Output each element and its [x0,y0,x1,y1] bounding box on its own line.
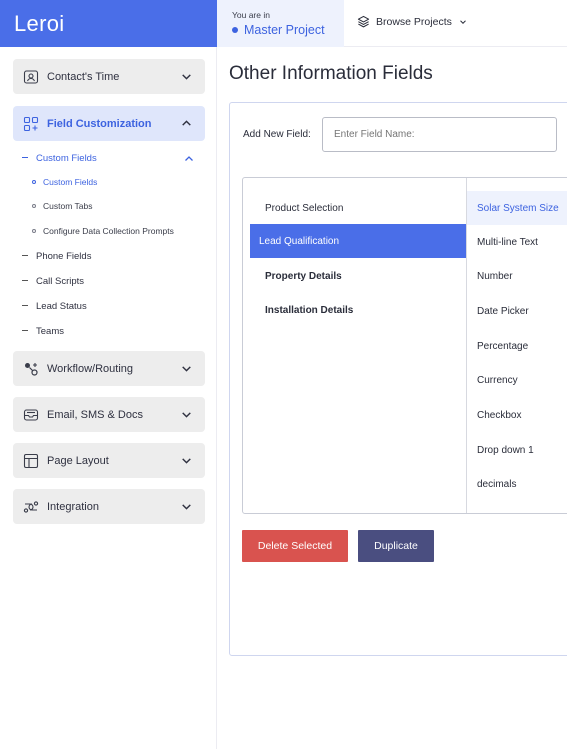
section-item-installation-details[interactable]: Installation Details [250,293,466,327]
sidebar-item-label: Field Customization [47,117,152,130]
dash-marker [22,329,28,331]
inbox-icon [22,406,39,423]
field-item-decimals[interactable]: decimals [467,467,567,501]
field-item-number[interactable]: Number [467,259,567,293]
bullet-icon [32,228,36,233]
chevron-down-icon [182,504,191,510]
browse-projects-label: Browse Projects [376,15,452,28]
bullet-icon [32,179,36,184]
top-bar: You are in Master Project Browse Project… [217,0,567,47]
layout-icon [22,452,39,469]
duplicate-button[interactable]: Duplicate [358,530,434,562]
chevron-down-icon [182,366,191,372]
sidebar-item-label: Integration [47,500,99,513]
brand-header: Leroi [0,0,217,47]
sidebar-subitem-configure-prompts[interactable]: Configure Data Collection Prompts [32,226,174,236]
current-project-name: Master Project [232,23,325,37]
chevron-down-icon [182,412,191,418]
sidebar-subitem-custom-tabs[interactable]: Custom Tabs [32,201,92,211]
dash-marker [22,254,28,256]
sidebar-item-lead-status[interactable]: Lead Status [22,301,87,312]
sidebar-item-label: Call Scripts [36,276,85,287]
section-item-property-details[interactable]: Property Details [250,259,466,293]
section-item-product-selection[interactable]: Product Selection [250,191,466,225]
sidebar-subitem-custom-fields[interactable]: Custom Fields [32,177,97,187]
integration-icon [22,498,39,515]
sidebar-item-label: Page Layout [47,454,109,467]
contact-card-icon [22,68,39,85]
field-item-drop-down-1[interactable]: Drop down 1 [467,433,567,467]
sidebar-contacts-time[interactable]: Contact's Time [13,59,205,94]
sidebar-page-layout[interactable]: Page Layout [13,443,205,478]
browse-projects-button[interactable]: Browse Projects [357,15,474,28]
dash-marker [22,156,28,158]
sidebar-item-teams[interactable]: Teams [22,326,64,337]
field-item-percentage[interactable]: Percentage [467,329,567,363]
field-item-currency[interactable]: Currency [467,363,567,397]
sidebar-item-label: Configure Data Collection Prompts [43,226,174,236]
field-item-checkbox[interactable]: Checkbox [467,398,567,432]
sidebar-integration[interactable]: Integration [13,489,205,524]
page-title: Other Information Fields [229,63,433,84]
sidebar-item-label: Custom Fields [36,153,97,164]
sidebar-item-label: Teams [36,326,64,337]
field-item-date-picker[interactable]: Date Picker [467,294,567,328]
sidebar-item-label: Email, SMS & Docs [47,408,143,421]
sidebar-item-label: Lead Status [36,301,87,312]
grid-plus-icon [22,115,39,132]
sidebar-field-customization[interactable]: Field Customization [13,106,205,141]
field-item-multi-line-text[interactable]: Multi-line Text [467,225,567,259]
dash-marker [22,279,28,281]
you-are-in-label: You are in [232,10,270,20]
sidebar-workflow-routing[interactable]: Workflow/Routing [13,351,205,386]
chevron-up-icon [182,120,191,126]
brand-logo-text: Leroi [14,11,65,36]
dash-marker [22,304,28,306]
delete-selected-button[interactable]: Delete Selected [242,530,348,562]
layers-icon [357,15,370,28]
section-item-lead-qualification[interactable]: Lead Qualification [250,224,466,258]
chevron-down-icon [182,74,191,80]
sidebar-item-call-scripts[interactable]: Call Scripts [22,276,84,287]
bullet-icon [32,203,36,208]
sidebar-item-label: Custom Fields [43,177,98,187]
chevron-down-icon [182,458,191,464]
field-item-solar-system-size[interactable]: Solar System Size [467,191,567,225]
current-project-indicator[interactable]: You are in Master Project [217,0,344,47]
sidebar-group-custom-fields[interactable]: Custom Fields [22,153,97,164]
sidebar-item-label: Custom Tabs [43,201,93,211]
workflow-icon [22,360,39,377]
sidebar-item-label: Phone Fields [36,251,92,262]
field-name-input[interactable] [322,117,557,152]
sidebar-item-label: Contact's Time [47,70,120,83]
add-field-label: Add New Field: [243,129,311,140]
sidebar-item-label: Workflow/Routing [47,362,133,375]
sidebar-email-sms-docs[interactable]: Email, SMS & Docs [13,397,205,432]
sidebar-item-phone-fields[interactable]: Phone Fields [22,251,91,262]
chevron-down-icon [460,19,466,24]
chevron-up-icon[interactable] [183,153,195,165]
